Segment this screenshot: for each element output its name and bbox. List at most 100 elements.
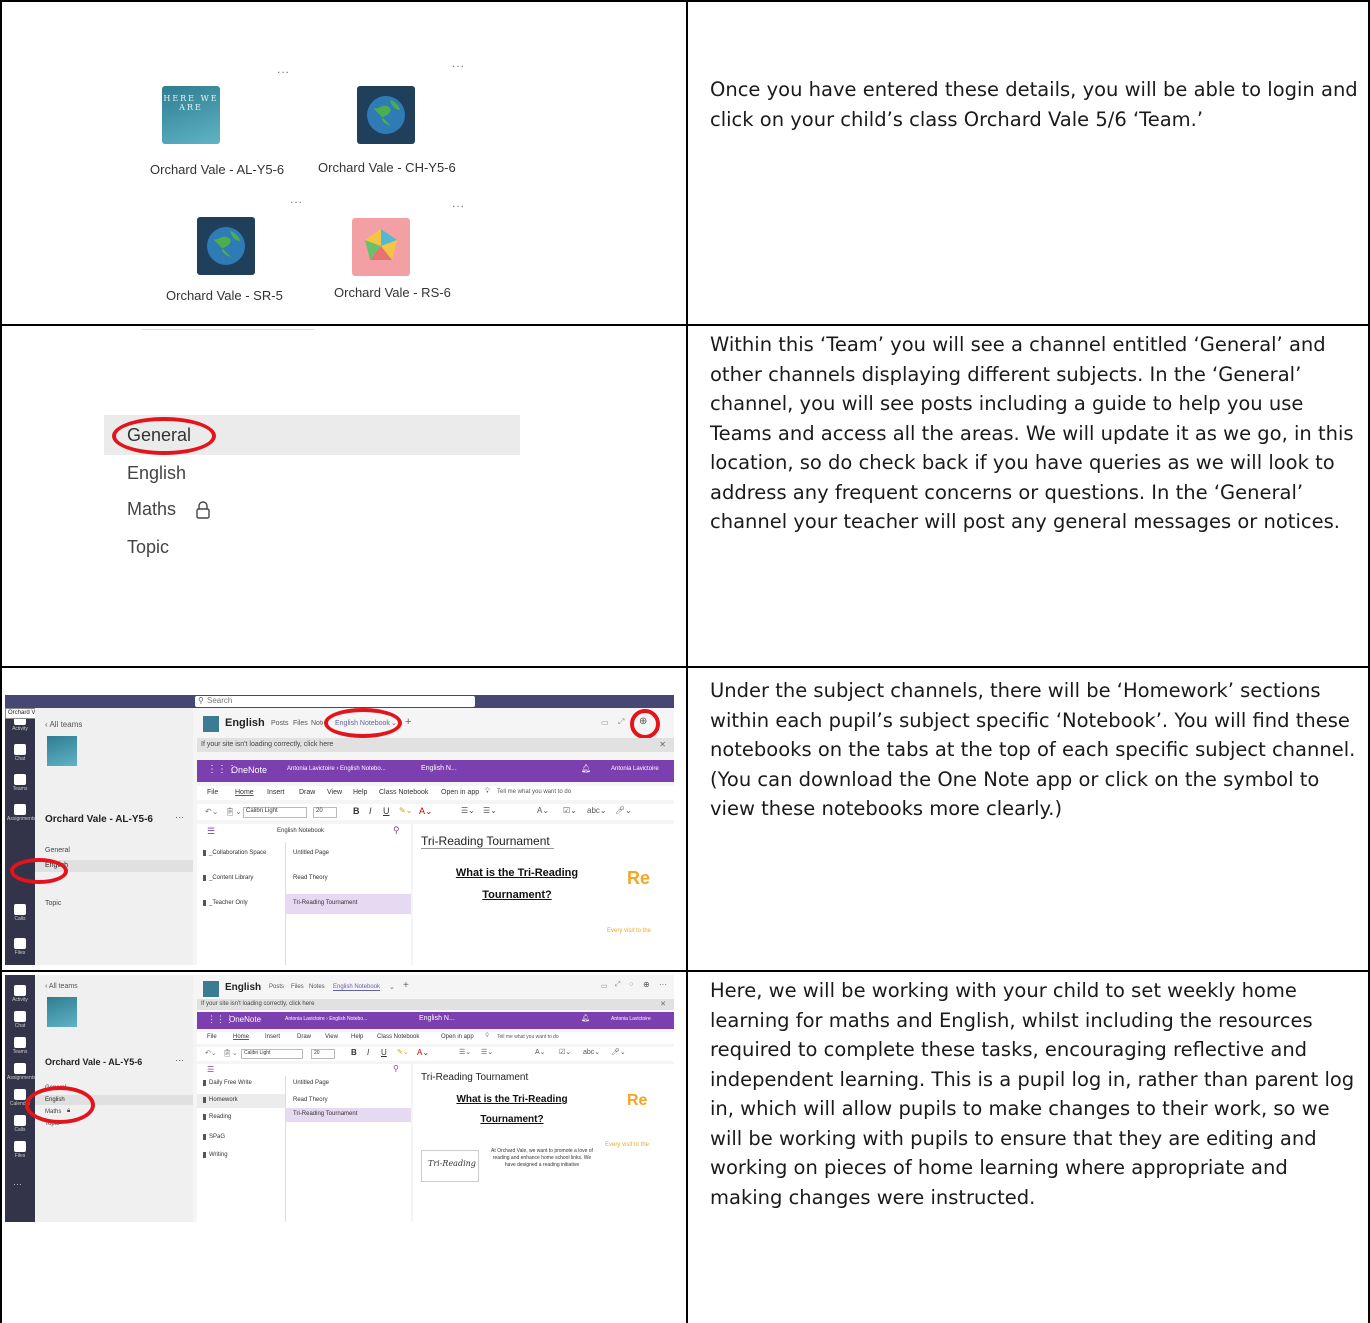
bold-icon[interactable]: B xyxy=(353,806,360,816)
more-icon[interactable]: ··· xyxy=(659,980,667,989)
refresh-icon[interactable]: ○ xyxy=(629,981,633,988)
calendar-icon[interactable] xyxy=(14,1089,26,1100)
tab-files[interactable]: Files xyxy=(291,984,304,990)
tag-icon[interactable]: ☑⌄ xyxy=(559,1048,571,1056)
add-tab-icon[interactable]: + xyxy=(403,980,409,991)
more-options-icon[interactable]: ... xyxy=(452,56,465,70)
highlighter-icon[interactable]: ✎⌄ xyxy=(397,1048,409,1056)
expand-icon[interactable]: ⤢ xyxy=(615,981,621,989)
menu-help[interactable]: Help xyxy=(351,1034,363,1040)
menu-insert[interactable]: Insert xyxy=(265,1034,280,1040)
page-title[interactable]: Tri-Reading Tournament xyxy=(421,834,554,849)
font-select[interactable]: Calibri Light xyxy=(241,1049,303,1059)
search-box[interactable]: ⚲ Search xyxy=(195,696,475,707)
font-color-icon[interactable]: A⌄ xyxy=(419,806,433,817)
phone-icon[interactable] xyxy=(14,1115,26,1126)
tell-me-box[interactable]: Tell me what you want to do xyxy=(497,789,571,795)
menu-home[interactable]: Home xyxy=(233,1034,249,1040)
expand-icon[interactable]: ⤢ xyxy=(618,717,624,727)
user-name[interactable]: Antonia Lavictoire xyxy=(611,766,659,772)
menu-file[interactable]: File xyxy=(207,789,218,796)
section-item[interactable]: SPaG xyxy=(203,1134,225,1140)
font-select[interactable]: Calibri Light xyxy=(243,807,307,818)
team-avatar-al[interactable]: HERE WE ARE xyxy=(162,86,220,144)
section-item[interactable]: _Collaboration Space xyxy=(203,850,266,856)
close-icon[interactable]: ✕ xyxy=(659,740,666,749)
size-select[interactable]: 20 xyxy=(311,1049,335,1059)
conversation-icon[interactable]: ▭ xyxy=(601,982,608,990)
styles-icon[interactable]: A⌄ xyxy=(535,1048,546,1056)
undo-icon[interactable]: ↶⌄ xyxy=(205,807,218,816)
tab-notes[interactable]: Notes xyxy=(309,984,325,990)
more-options-icon[interactable]: ... xyxy=(290,192,303,206)
tag-icon[interactable]: ☑⌄ xyxy=(563,806,577,815)
underline-icon[interactable]: U xyxy=(383,806,390,816)
menu-open-in-app[interactable]: Open in app xyxy=(441,1034,474,1040)
highlighter-icon[interactable]: ✎⌄ xyxy=(399,806,412,815)
channel-topic[interactable]: Topic xyxy=(45,900,61,907)
team-avatar-rs[interactable] xyxy=(352,218,410,276)
channel-english[interactable]: English xyxy=(127,463,186,484)
close-icon[interactable]: ✕ xyxy=(660,1000,666,1008)
hamburger-icon[interactable]: ☰ xyxy=(207,1065,214,1074)
channel-maths[interactable]: Maths xyxy=(127,499,176,520)
search-icon[interactable]: ⚲ xyxy=(393,825,400,836)
menu-home[interactable]: Home xyxy=(235,789,254,796)
team-avatar-ch[interactable] xyxy=(357,86,415,144)
tab-posts[interactable]: Posts xyxy=(269,984,284,990)
chat-icon[interactable] xyxy=(14,1011,26,1022)
bell-icon[interactable] xyxy=(14,985,26,996)
italic-icon[interactable]: I xyxy=(367,1048,369,1057)
page-item[interactable]: Tri-Reading Tournament xyxy=(293,900,357,906)
menu-draw[interactable]: Draw xyxy=(299,789,315,796)
menu-view[interactable]: View xyxy=(325,1034,338,1040)
spelling-icon[interactable]: abc⌄ xyxy=(587,806,607,815)
chat-icon[interactable] xyxy=(14,744,26,755)
italic-icon[interactable]: I xyxy=(369,806,372,816)
breadcrumb[interactable]: Antonia Lavictoire › English Notebo... xyxy=(285,1016,367,1022)
reload-banner[interactable]: If your site isn't loading correctly, cl… xyxy=(197,999,674,1010)
page-item[interactable]: Untitled Page xyxy=(293,850,329,856)
spelling-icon[interactable]: abc⌄ xyxy=(583,1048,600,1056)
page-item[interactable]: Read Theory xyxy=(293,875,328,881)
section-homework[interactable]: Homework xyxy=(203,1097,238,1103)
tab-notes[interactable]: Notes xyxy=(311,720,323,727)
search-icon[interactable]: ⚲ xyxy=(393,1064,399,1073)
tab-files[interactable]: Files xyxy=(293,720,308,727)
underline-icon[interactable]: U xyxy=(381,1048,387,1057)
channel-general[interactable]: General xyxy=(45,847,70,854)
more-options-icon[interactable]: ... xyxy=(277,62,290,76)
tab-posts[interactable]: Posts xyxy=(271,720,289,727)
back-link[interactable]: ‹ All teams xyxy=(45,983,78,990)
teams-icon[interactable] xyxy=(14,1037,26,1048)
team-avatar-sr[interactable] xyxy=(197,217,255,275)
tell-me-box[interactable]: Tell me what you want to do xyxy=(497,1034,559,1040)
add-tab-icon[interactable]: + xyxy=(405,716,411,728)
file-icon[interactable] xyxy=(14,938,26,949)
numbering-icon[interactable]: ☰⌄ xyxy=(483,806,497,815)
clipboard-icon[interactable]: 📋︎⌄ xyxy=(223,1049,238,1057)
hamburger-icon[interactable]: ☰ xyxy=(207,826,215,837)
menu-view[interactable]: View xyxy=(327,789,342,796)
menu-open-in-app[interactable]: Open in app xyxy=(441,789,479,796)
backpack-icon[interactable] xyxy=(14,1063,26,1074)
section-item[interactable]: Daily Free Write xyxy=(203,1080,252,1086)
page-title[interactable]: Tri-Reading Tournament xyxy=(421,1072,528,1083)
tab-english-notebook[interactable]: English Notebook xyxy=(333,984,381,991)
more-icon[interactable]: ··· xyxy=(175,812,184,822)
back-link[interactable]: ‹ All teams xyxy=(45,720,82,729)
file-icon[interactable] xyxy=(14,1141,26,1152)
menu-insert[interactable]: Insert xyxy=(267,789,285,796)
reload-banner[interactable]: If your site isn't loading correctly, cl… xyxy=(197,738,674,752)
dictate-icon[interactable]: 🎤︎⌄ xyxy=(611,1048,626,1056)
dictate-icon[interactable]: 🎤︎⌄ xyxy=(615,806,632,815)
menu-help[interactable]: Help xyxy=(353,789,367,796)
page-item[interactable]: Read Theory xyxy=(293,1097,328,1103)
more-apps-icon[interactable]: ··· xyxy=(13,1179,22,1189)
section-item[interactable]: Reading xyxy=(203,1114,231,1120)
backpack-icon[interactable] xyxy=(14,804,26,815)
team-name[interactable]: Orchard Vale - AL-Y5-6 xyxy=(150,162,284,177)
more-options-icon[interactable]: ... xyxy=(452,196,465,210)
font-color-icon[interactable]: A⌄ xyxy=(417,1048,429,1057)
phone-icon[interactable] xyxy=(14,904,26,915)
